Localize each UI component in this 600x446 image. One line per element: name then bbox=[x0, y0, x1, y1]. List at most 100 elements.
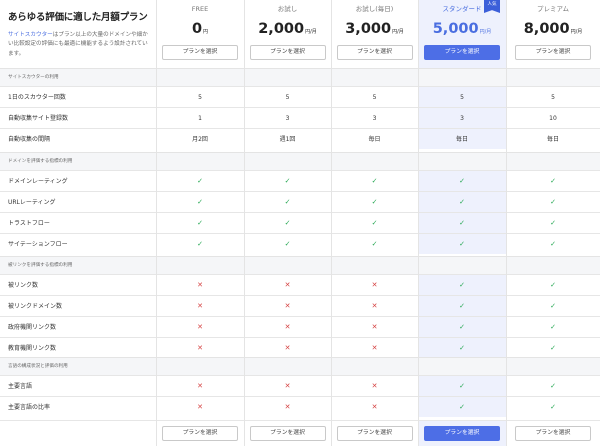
check-icon: ✓ bbox=[550, 240, 556, 248]
feature-cell: 5 bbox=[418, 87, 506, 107]
feature-label: 自動収集の間隔 bbox=[8, 136, 51, 143]
plan-price-value: 3,000 bbox=[345, 21, 392, 37]
feature-row: 被リンク数 ✕ ✕ ✕ ✓ ✓ bbox=[0, 274, 600, 295]
select-plan-button[interactable]: プランを選択 bbox=[424, 45, 500, 60]
feature-cell: 10 bbox=[506, 108, 600, 128]
page-title: あらゆる評価に適した月額プラン bbox=[8, 12, 148, 23]
feature-cell: ✓ bbox=[418, 192, 506, 212]
check-icon: ✓ bbox=[197, 198, 203, 206]
cross-icon: ✕ bbox=[197, 403, 203, 411]
feature-cell: ✓ bbox=[418, 317, 506, 337]
column-divider bbox=[506, 0, 507, 446]
feature-cell: ✓ bbox=[156, 234, 244, 254]
brand-name: サイトスカウター bbox=[8, 32, 53, 38]
intro-panel: あらゆる評価に適した月額プラン サイトスカウターはプラン以上の大量のドメインや細… bbox=[0, 0, 156, 68]
cross-icon: ✕ bbox=[284, 403, 291, 411]
feature-value: 5 bbox=[460, 94, 464, 101]
feature-cell: ✕ bbox=[244, 275, 331, 295]
plan-price: 0円 bbox=[156, 20, 244, 38]
select-plan-button[interactable]: プランを選択 bbox=[515, 45, 591, 60]
footer-select-plan-button[interactable]: プランを選択 bbox=[249, 426, 326, 441]
check-icon: ✓ bbox=[371, 240, 378, 248]
feature-row: 1日のスカウター回数 5 5 5 5 5 bbox=[0, 86, 600, 107]
feature-cell: 3 bbox=[418, 108, 506, 128]
check-icon: ✓ bbox=[459, 177, 465, 185]
feature-cell: ✓ bbox=[506, 171, 600, 191]
intro-description: サイトスカウターはプラン以上の大量のドメインや細かい比較設定の評価にも最適に機能… bbox=[8, 31, 150, 59]
plan-name: お試し bbox=[277, 5, 298, 13]
select-plan-button[interactable]: プランを選択 bbox=[336, 45, 413, 60]
feature-cell: ✓ bbox=[331, 213, 418, 233]
plan-price-value: 5,000 bbox=[432, 21, 479, 37]
cross-icon: ✕ bbox=[197, 382, 203, 390]
footer-row: プランを選択 プランを選択 プランを選択 プランを選択 プランを選択 bbox=[0, 420, 600, 446]
footer-cell: プランを選択 bbox=[331, 421, 418, 446]
feature-cell: 3 bbox=[331, 108, 418, 128]
feature-cell: ✓ bbox=[418, 234, 506, 254]
feature-value: 週1回 bbox=[279, 136, 296, 143]
cross-icon: ✕ bbox=[197, 281, 203, 289]
cross-icon: ✕ bbox=[284, 281, 291, 289]
check-icon: ✓ bbox=[459, 240, 465, 248]
feature-cell: ✓ bbox=[244, 171, 331, 191]
check-icon: ✓ bbox=[550, 382, 556, 390]
footer-cell: プランを選択 bbox=[244, 421, 331, 446]
feature-value: 3 bbox=[460, 115, 464, 122]
plan-price: 2,000円/月 bbox=[244, 20, 331, 38]
footer-select-plan-button[interactable]: プランを選択 bbox=[424, 426, 500, 441]
feature-cell: ✓ bbox=[506, 213, 600, 233]
check-icon: ✓ bbox=[459, 302, 465, 310]
feature-cell: ✓ bbox=[156, 213, 244, 233]
feature-cell: ✓ bbox=[506, 275, 600, 295]
check-icon: ✓ bbox=[371, 219, 378, 227]
feature-cell: ✕ bbox=[331, 376, 418, 396]
feature-cell: 毎日 bbox=[506, 129, 600, 149]
select-plan-button[interactable]: プランを選択 bbox=[249, 45, 326, 60]
feature-cell: ✕ bbox=[331, 275, 418, 295]
feature-cell: ✕ bbox=[244, 338, 331, 358]
plan-header-3: スタンダード 5,000円/月 プランを選択 人気 bbox=[418, 0, 506, 68]
cross-icon: ✕ bbox=[197, 323, 203, 331]
feature-label: 政府機関リンク数 bbox=[8, 324, 57, 331]
feature-cell: ✕ bbox=[156, 338, 244, 358]
footer-select-plan-button[interactable]: プランを選択 bbox=[515, 426, 591, 441]
feature-label: ドメインレーティング bbox=[8, 178, 68, 185]
footer-cell: プランを選択 bbox=[156, 421, 244, 446]
plan-name: FREE bbox=[191, 5, 209, 13]
section-header: 言語の構成状況と評価の利用 bbox=[0, 357, 600, 375]
feature-row: 主要言語の比率 ✕ ✕ ✕ ✓ ✓ bbox=[0, 396, 600, 417]
feature-cell: ✓ bbox=[331, 192, 418, 212]
plan-price: 8,000円/月 bbox=[506, 20, 600, 38]
feature-row: 政府機関リンク数 ✕ ✕ ✕ ✓ ✓ bbox=[0, 316, 600, 337]
feature-cell: 5 bbox=[244, 87, 331, 107]
check-icon: ✓ bbox=[459, 382, 465, 390]
feature-row: ドメインレーティング ✓ ✓ ✓ ✓ ✓ bbox=[0, 170, 600, 191]
feature-cell: ✓ bbox=[244, 234, 331, 254]
plan-price-value: 8,000 bbox=[523, 21, 570, 37]
feature-label: URLレーティング bbox=[8, 199, 56, 206]
pricing-table: あらゆる評価に適した月額プラン サイトスカウターはプラン以上の大量のドメインや細… bbox=[0, 0, 600, 446]
feature-label: 自動収集サイト登録数 bbox=[8, 115, 69, 122]
plan-name: プレミアム bbox=[536, 5, 570, 13]
footer-select-plan-button[interactable]: プランを選択 bbox=[162, 426, 238, 441]
cross-icon: ✕ bbox=[371, 382, 378, 390]
footer-select-plan-button[interactable]: プランを選択 bbox=[336, 426, 413, 441]
check-icon: ✓ bbox=[284, 219, 291, 227]
select-plan-button[interactable]: プランを選択 bbox=[162, 45, 238, 60]
plan-price: 5,000円/月 bbox=[418, 20, 506, 38]
section-header: 被リンクを評価する指標の利用 bbox=[0, 256, 600, 274]
cross-icon: ✕ bbox=[284, 323, 291, 331]
feature-cell: 1 bbox=[156, 108, 244, 128]
feature-row: 被リンクドメイン数 ✕ ✕ ✕ ✓ ✓ bbox=[0, 295, 600, 316]
feature-cell: ✓ bbox=[418, 397, 506, 417]
feature-label: トラストフロー bbox=[8, 220, 50, 227]
feature-cell: ✓ bbox=[418, 376, 506, 396]
feature-cell: ✓ bbox=[331, 171, 418, 191]
footer-cell: プランを選択 bbox=[418, 421, 506, 446]
feature-cell: ✕ bbox=[331, 317, 418, 337]
plan-price: 3,000円/月 bbox=[331, 20, 418, 38]
feature-cell: ✕ bbox=[244, 397, 331, 417]
cross-icon: ✕ bbox=[371, 403, 378, 411]
feature-cell: ✕ bbox=[244, 317, 331, 337]
feature-label: サイテーションフロー bbox=[8, 241, 68, 248]
